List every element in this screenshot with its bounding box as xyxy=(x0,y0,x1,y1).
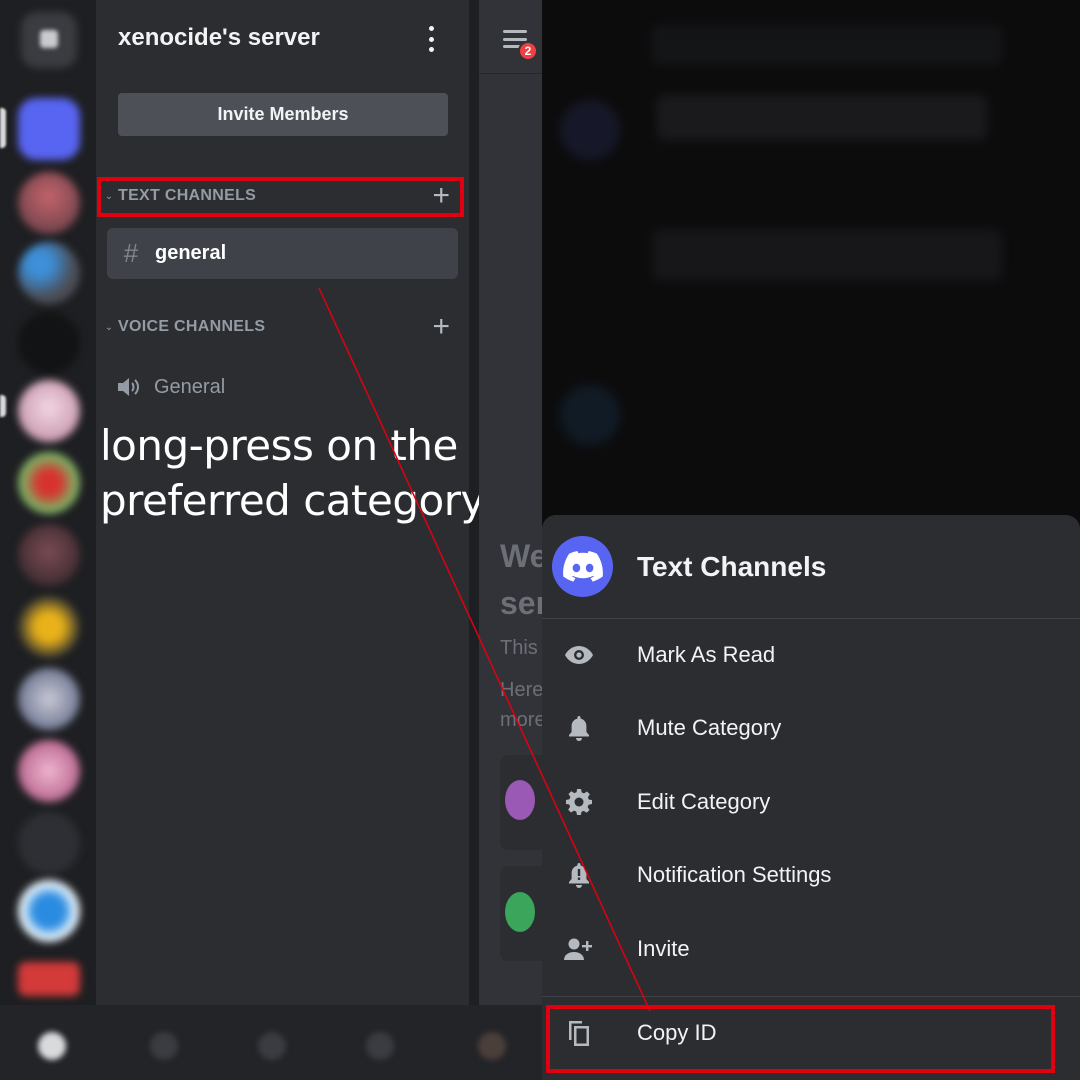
category-label: TEXT CHANNELS xyxy=(118,187,257,204)
server-icon[interactable] xyxy=(18,172,80,234)
server-icon[interactable] xyxy=(18,524,80,586)
bell-alert-icon xyxy=(542,862,637,888)
category-label: VOICE CHANNELS xyxy=(118,318,266,335)
server-icon[interactable] xyxy=(18,596,80,658)
action-sheet-title: Text Channels xyxy=(637,551,827,582)
unread-pill xyxy=(0,395,6,417)
friends-tab-icon[interactable] xyxy=(150,1032,178,1060)
right-screenshot: Text Channels Mark As Read Mute Category… xyxy=(542,0,1080,1080)
invite-card-icon xyxy=(505,780,535,820)
gear-icon xyxy=(542,788,637,816)
menu-item-label: Invite xyxy=(637,936,690,961)
invite-members-button[interactable]: Invite Members xyxy=(118,93,448,136)
server-icon-selected[interactable] xyxy=(18,98,80,160)
add-person-icon xyxy=(542,937,637,961)
add-channel-icon[interactable]: + xyxy=(432,312,450,342)
channel-item-general[interactable]: # general xyxy=(107,228,458,279)
dm-icon xyxy=(40,30,58,48)
instruction-line: preferred category xyxy=(100,476,485,525)
menu-item-notification-settings[interactable]: Notification Settings xyxy=(542,842,1080,908)
voice-channel-general[interactable]: General xyxy=(116,370,225,404)
welcome-text-fragment: more xyxy=(500,709,542,731)
profile-tab-icon[interactable] xyxy=(478,1032,506,1060)
channel-name: general xyxy=(155,242,227,264)
menu-divider xyxy=(542,996,1080,997)
dimmed-background xyxy=(542,0,1080,515)
speaker-icon xyxy=(116,376,154,398)
discord-logo-icon xyxy=(552,536,613,597)
search-tab-icon[interactable] xyxy=(258,1032,286,1060)
menu-item-edit-category[interactable]: Edit Category xyxy=(542,769,1080,835)
server-icon[interactable] xyxy=(18,740,80,802)
add-channel-icon[interactable]: + xyxy=(432,181,450,211)
chevron-down-icon: ⌄ xyxy=(104,190,114,202)
bell-icon xyxy=(542,715,637,741)
hash-icon: # xyxy=(123,238,139,268)
menu-item-label: Mark As Read xyxy=(637,642,776,667)
mentions-tab-icon[interactable] xyxy=(366,1032,394,1060)
server-name[interactable]: xenocide's server xyxy=(118,24,320,52)
category-action-sheet: Text Channels Mark As Read Mute Category… xyxy=(542,515,1080,1080)
menu-item-mark-as-read[interactable]: Mark As Read xyxy=(542,622,1080,688)
menu-item-copy-id[interactable]: Copy ID xyxy=(542,1000,1080,1066)
selected-server-pill xyxy=(0,108,6,148)
channel-name: General xyxy=(154,375,226,398)
menu-item-label: Notification Settings xyxy=(637,862,832,887)
notification-badge: 2 xyxy=(518,41,538,61)
server-rail xyxy=(0,0,96,1005)
chat-area: 2 We ser This Here more xyxy=(479,0,542,1005)
home-tab-icon[interactable] xyxy=(38,1032,66,1060)
chevron-down-icon: ⌄ xyxy=(104,321,114,333)
copy-icon xyxy=(542,1019,637,1047)
instruction-line: long-press on the xyxy=(100,421,458,470)
welcome-text-fragment: Here xyxy=(500,679,542,701)
menu-item-label: Copy ID xyxy=(637,1020,717,1045)
server-icon[interactable] xyxy=(18,312,80,374)
menu-item-mute-category[interactable]: Mute Category xyxy=(542,695,1080,761)
welcome-heading-fragment: ser xyxy=(500,585,542,621)
action-sheet-header: Text Channels xyxy=(542,515,1080,619)
server-icon[interactable] xyxy=(18,812,80,874)
welcome-text-fragment: This xyxy=(500,637,538,659)
personalize-card-icon xyxy=(505,892,535,932)
left-screenshot: xenocide's server Invite Members ⌄ TEXT … xyxy=(0,0,542,1080)
server-icon[interactable] xyxy=(18,880,80,942)
category-text-channels[interactable]: ⌄ TEXT CHANNELS + xyxy=(102,180,462,212)
menu-item-label: Edit Category xyxy=(637,789,771,814)
server-icon[interactable] xyxy=(18,668,80,730)
server-icon[interactable] xyxy=(18,452,80,514)
menu-item-label: Mute Category xyxy=(637,715,782,740)
category-voice-channels[interactable]: ⌄ VOICE CHANNELS + xyxy=(102,311,462,343)
server-icon[interactable] xyxy=(18,380,80,442)
server-folder-icon[interactable] xyxy=(18,242,80,304)
more-options-icon[interactable] xyxy=(426,26,436,52)
server-icon[interactable] xyxy=(18,962,80,996)
eye-icon xyxy=(542,645,637,665)
bottom-navigation xyxy=(0,1005,542,1080)
chat-topbar: 2 xyxy=(479,0,542,74)
menu-item-invite[interactable]: Invite xyxy=(542,916,1080,982)
instruction-caption: long-press on the preferred category xyxy=(100,418,485,528)
welcome-heading-fragment: We xyxy=(500,538,542,574)
